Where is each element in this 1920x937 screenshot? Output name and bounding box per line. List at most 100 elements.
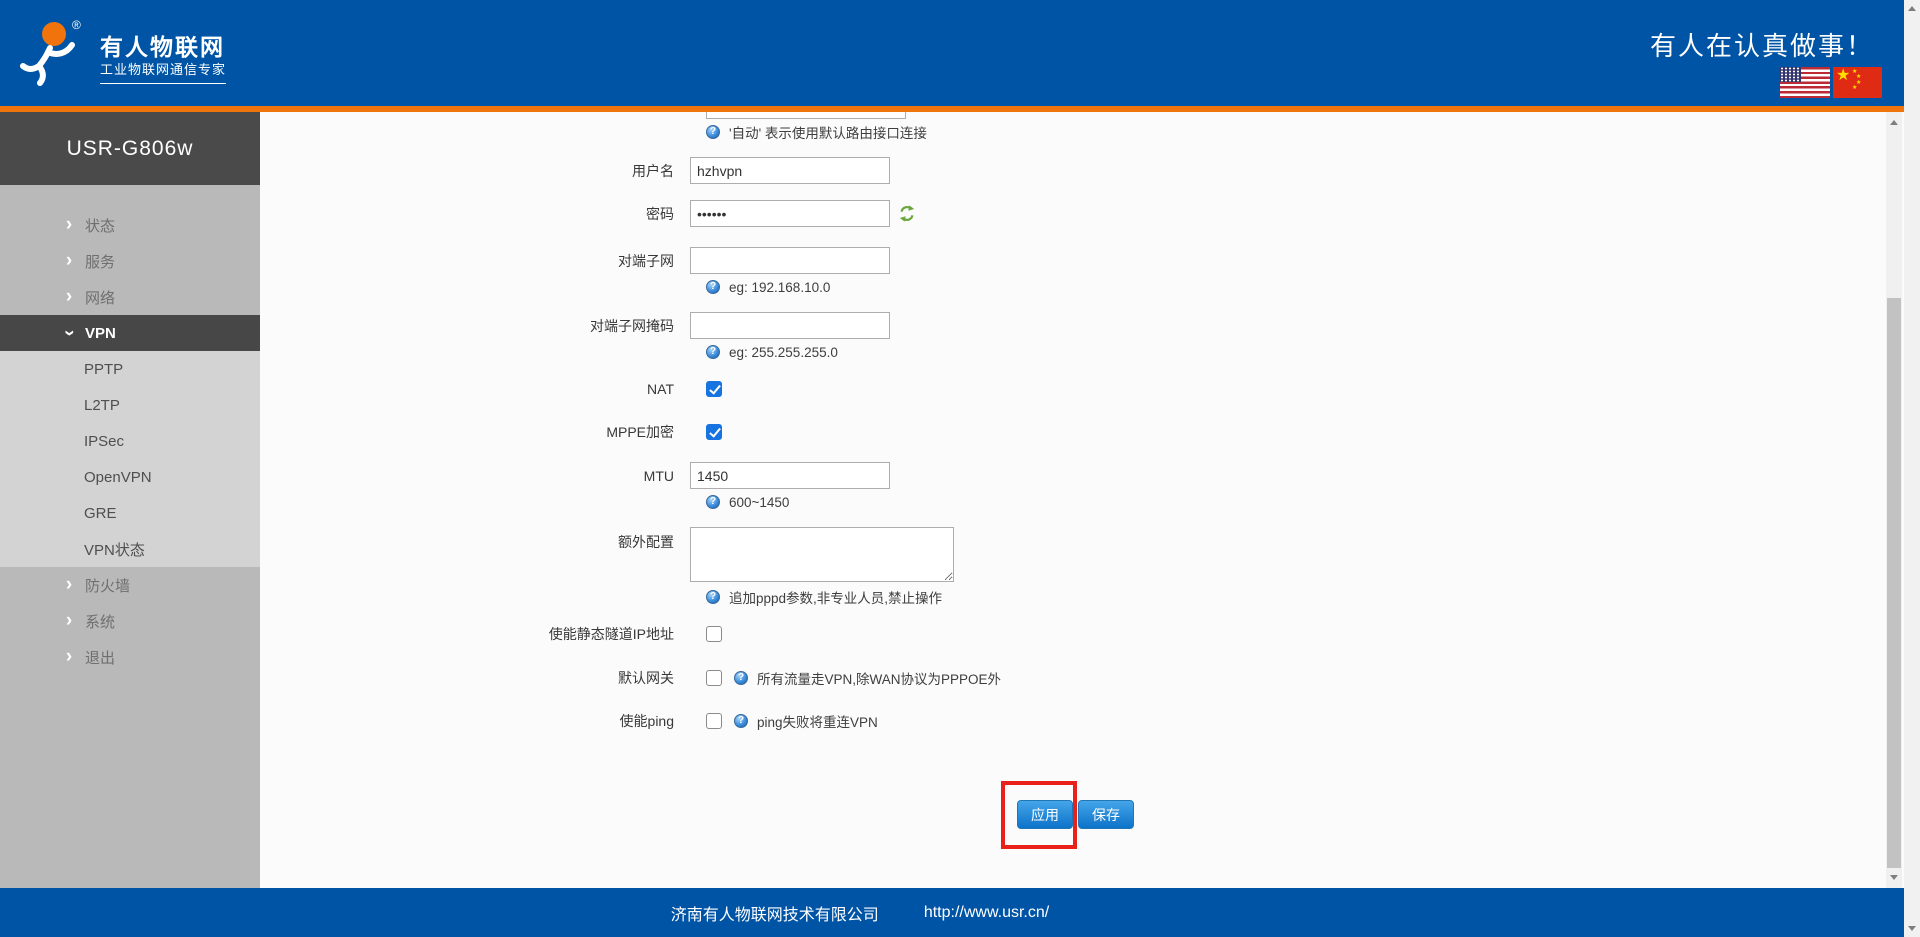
mtu-label: MTU bbox=[260, 468, 690, 484]
sidebar-item-services[interactable]: › 服务 bbox=[0, 243, 260, 279]
sidebar-item-network[interactable]: › 网络 bbox=[0, 279, 260, 315]
help-icon: ? bbox=[734, 671, 748, 685]
page-scrollbar[interactable] bbox=[1904, 0, 1920, 937]
mppe-row: MPPE加密 bbox=[260, 422, 722, 442]
sidebar-item-label: VPN bbox=[85, 325, 116, 342]
password-input[interactable] bbox=[690, 200, 890, 227]
sidebar-item-logout[interactable]: › 退出 bbox=[0, 639, 260, 675]
chevron-down-icon: › bbox=[62, 326, 76, 340]
pptp-settings-form: ? '自动' 表示使用默认路由接口连接 用户名 密码 对端子网 ? eg: 19… bbox=[260, 112, 1886, 888]
sidebar-item-l2tp[interactable]: L2TP bbox=[0, 387, 260, 423]
us-flag-canton bbox=[1780, 67, 1801, 82]
sidebar-item-gre[interactable]: GRE bbox=[0, 495, 260, 531]
clipped-input-fragment[interactable] bbox=[706, 112, 906, 119]
enable-ping-hint: ? ping失败将重连VPN bbox=[734, 711, 878, 731]
sidebar-item-label: 状态 bbox=[85, 215, 115, 236]
footer: 济南有人物联网技术有限公司 http://www.usr.cn/ bbox=[0, 888, 1904, 937]
brand-tagline: 工业物联网通信专家 bbox=[100, 59, 226, 84]
company-name: 济南有人物联网技术有限公司 bbox=[671, 901, 879, 925]
default-gateway-label: 默认网关 bbox=[260, 668, 690, 688]
scroll-down-arrow-icon[interactable] bbox=[1890, 875, 1898, 880]
peer-netmask-row: 对端子网掩码 bbox=[260, 312, 890, 339]
sidebar-item-openvpn[interactable]: OpenVPN bbox=[0, 459, 260, 495]
mtu-input[interactable] bbox=[690, 462, 890, 489]
sidebar-item-label: 网络 bbox=[85, 287, 115, 308]
extra-config-label: 额外配置 bbox=[260, 527, 690, 552]
sidebar-item-system[interactable]: › 系统 bbox=[0, 603, 260, 639]
sidebar-item-vpn-status[interactable]: VPN状态 bbox=[0, 531, 260, 567]
sidebar: USR-G806w › 状态 › 服务 › 网络 › VPN PPTP L2TP… bbox=[0, 112, 260, 888]
sidebar-item-label: 服务 bbox=[85, 251, 115, 272]
password-label: 密码 bbox=[260, 204, 690, 224]
cn-flag-star-icon: ★ bbox=[1836, 68, 1850, 84]
vpn-submenu: PPTP L2TP IPSec OpenVPN GRE VPN状态 bbox=[0, 351, 260, 567]
chevron-right-icon: › bbox=[62, 254, 76, 268]
peer-netmask-input[interactable] bbox=[690, 312, 890, 339]
help-icon: ? bbox=[706, 280, 720, 294]
brand-title: 有人物联网 bbox=[100, 28, 225, 62]
chevron-right-icon: › bbox=[62, 614, 76, 628]
peer-subnet-hint: ? eg: 192.168.10.0 bbox=[706, 278, 830, 296]
scroll-up-arrow-icon[interactable] bbox=[1908, 6, 1916, 11]
sidebar-item-pptp[interactable]: PPTP bbox=[0, 351, 260, 387]
flag-us-language-switch[interactable] bbox=[1780, 67, 1830, 98]
enable-ping-checkbox[interactable] bbox=[706, 713, 722, 729]
peer-netmask-hint: ? eg: 255.255.255.0 bbox=[706, 343, 838, 361]
password-row: 密码 bbox=[260, 200, 916, 227]
password-refresh-icon[interactable] bbox=[898, 204, 916, 223]
nat-row: NAT bbox=[260, 379, 722, 399]
help-icon: ? bbox=[706, 495, 720, 509]
chevron-right-icon: › bbox=[62, 290, 76, 304]
username-label: 用户名 bbox=[260, 161, 690, 181]
help-icon: ? bbox=[706, 590, 720, 604]
scrollbar-thumb[interactable] bbox=[1887, 298, 1901, 868]
sidebar-item-label: 退出 bbox=[85, 647, 115, 668]
scroll-up-arrow-icon[interactable] bbox=[1890, 120, 1898, 125]
mtu-row: MTU bbox=[260, 462, 890, 489]
username-input[interactable] bbox=[690, 157, 890, 184]
help-icon: ? bbox=[706, 125, 720, 139]
content-scrollbar[interactable] bbox=[1886, 112, 1902, 888]
help-icon: ? bbox=[706, 345, 720, 359]
header-slogan: 有人在认真做事！ bbox=[1650, 26, 1874, 63]
save-button[interactable]: 保存 bbox=[1078, 800, 1134, 829]
chevron-right-icon: › bbox=[62, 650, 76, 664]
apply-button[interactable]: 应用 bbox=[1017, 800, 1073, 829]
extra-config-hint: ? 追加pppd参数,非专业人员,禁止操作 bbox=[706, 588, 942, 606]
peer-subnet-row: 对端子网 bbox=[260, 247, 890, 274]
sidebar-item-status[interactable]: › 状态 bbox=[0, 207, 260, 243]
flag-cn-language-switch[interactable]: ★ ★ ★ ★ ★ bbox=[1833, 67, 1882, 98]
sidebar-item-label: 系统 bbox=[85, 611, 115, 632]
sidebar-item-vpn[interactable]: › VPN bbox=[0, 315, 260, 351]
sidebar-item-label: 防火墙 bbox=[85, 575, 130, 596]
peer-subnet-input[interactable] bbox=[690, 247, 890, 274]
default-gateway-hint: ? 所有流量走VPN,除WAN协议为PPPOE外 bbox=[734, 668, 1001, 688]
mppe-checkbox[interactable] bbox=[706, 424, 722, 440]
sidebar-item-ipsec[interactable]: IPSec bbox=[0, 423, 260, 459]
nat-checkbox[interactable] bbox=[706, 381, 722, 397]
chevron-right-icon: › bbox=[62, 218, 76, 232]
static-tunnel-ip-label: 使能静态隧道IP地址 bbox=[260, 624, 690, 644]
scroll-down-arrow-icon[interactable] bbox=[1908, 926, 1916, 931]
peer-netmask-label: 对端子网掩码 bbox=[260, 316, 690, 336]
mppe-label: MPPE加密 bbox=[260, 422, 690, 442]
device-title: USR-G806w bbox=[0, 112, 260, 185]
mtu-hint: ? 600~1450 bbox=[706, 493, 789, 511]
static-tunnel-ip-checkbox[interactable] bbox=[706, 626, 722, 642]
default-gateway-checkbox[interactable] bbox=[706, 670, 722, 686]
help-icon: ? bbox=[734, 714, 748, 728]
registered-trademark: ® bbox=[72, 18, 81, 32]
sidebar-item-firewall[interactable]: › 防火墙 bbox=[0, 567, 260, 603]
enable-ping-label: 使能ping bbox=[260, 711, 690, 731]
default-gateway-row: 默认网关 ? 所有流量走VPN,除WAN协议为PPPOE外 bbox=[260, 668, 1001, 688]
peer-subnet-label: 对端子网 bbox=[260, 251, 690, 271]
extra-config-row: 额外配置 bbox=[260, 527, 954, 582]
website-link[interactable]: http://www.usr.cn/ bbox=[924, 904, 1049, 922]
sidebar-menu: › 状态 › 服务 › 网络 › VPN PPTP L2TP IPSec Ope… bbox=[0, 185, 260, 675]
header: ® 有人物联网 工业物联网通信专家 有人在认真做事！ ★ ★ ★ ★ ★ bbox=[0, 0, 1904, 106]
chevron-right-icon: › bbox=[62, 578, 76, 592]
hint-auto-route: ? '自动' 表示使用默认路由接口连接 bbox=[706, 123, 927, 141]
username-row: 用户名 bbox=[260, 157, 890, 184]
extra-config-textarea[interactable] bbox=[690, 527, 954, 582]
enable-ping-row: 使能ping ? ping失败将重连VPN bbox=[260, 711, 878, 731]
